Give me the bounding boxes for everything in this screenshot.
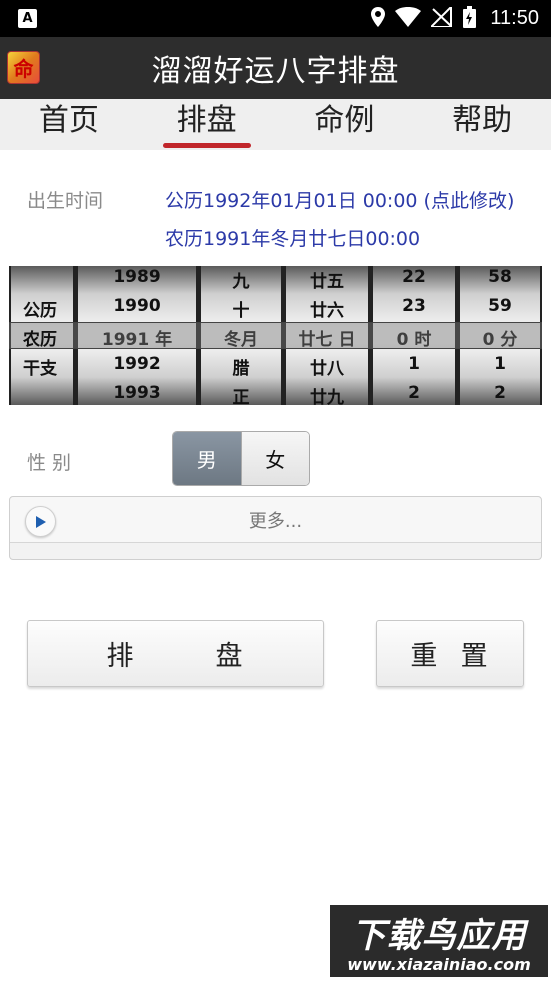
picker-minute-item: 1 xyxy=(494,354,506,374)
watermark-title: 下载鸟应用 xyxy=(351,916,527,956)
more-options-header[interactable]: 更多... xyxy=(10,497,541,543)
reset-button[interactable]: 重 置 xyxy=(376,620,524,687)
expand-play-icon[interactable] xyxy=(25,506,56,537)
picker-year-item: 1989 xyxy=(113,267,161,287)
status-icons: 11:50 xyxy=(371,0,539,37)
picker-hour-item: 23 xyxy=(402,296,426,316)
watermark-url: www.xiazainiao.com xyxy=(347,955,531,974)
paipan-button-label-right: 盘 xyxy=(215,641,245,672)
gender-female-button[interactable]: 女 xyxy=(240,432,309,485)
picker-minute-item: 58 xyxy=(488,267,512,287)
picker-minute-item: 59 xyxy=(488,296,512,316)
picker-row-label-ganzhi: 干支 xyxy=(23,359,57,379)
picker-day-item: 廿九 xyxy=(310,388,344,408)
tab-home[interactable]: 首页 xyxy=(0,99,138,150)
tab-help[interactable]: 帮助 xyxy=(413,99,551,150)
battery-charging-icon xyxy=(463,5,477,32)
picker-day-item: 廿五 xyxy=(310,272,344,292)
picker-hour-item: 22 xyxy=(402,267,426,287)
picker-minute-item: 2 xyxy=(494,383,506,403)
picker-year-item: 1992 xyxy=(113,354,161,374)
paipan-button-label-left: 排 xyxy=(106,641,136,672)
more-options-panel[interactable]: 更多... xyxy=(9,496,542,560)
picker-year-item: 1990 xyxy=(113,296,161,316)
more-options-label: 更多... xyxy=(248,510,303,532)
accessibility-icon: A xyxy=(18,9,37,28)
paipan-button[interactable]: 排 盘 xyxy=(27,620,324,687)
birth-solar-date-link[interactable]: 公历1992年01月01日 00:00 (点此修改) xyxy=(165,186,514,213)
picker-month-item: 十 xyxy=(232,301,250,321)
gender-male-button[interactable]: 男 xyxy=(173,432,241,485)
tab-paipan[interactable]: 排盘 xyxy=(138,99,276,150)
picker-year-item: 1993 xyxy=(113,383,161,403)
birth-lunar-date: 农历1991年冬月廿七日00:00 xyxy=(165,228,421,250)
status-time: 11:50 xyxy=(490,7,539,29)
picker-day-item: 廿八 xyxy=(310,359,344,379)
tab-bar: 首页 排盘 命例 帮助 xyxy=(0,99,551,150)
reset-button-label: 重 置 xyxy=(410,641,490,672)
picker-hour-item: 2 xyxy=(408,383,420,403)
picker-row-label-solar: 公历 xyxy=(23,301,57,321)
gender-label: 性 别 xyxy=(27,452,72,474)
date-wheel-picker: 1989 1990 1991 年 1992 1993 九 十 冬月 腊 正 廿五… xyxy=(9,266,542,408)
tab-cases[interactable]: 命例 xyxy=(276,99,414,150)
wifi-icon xyxy=(395,6,422,31)
gender-toggle: 男 女 xyxy=(172,431,310,486)
picker-selection-band xyxy=(9,322,542,349)
app-titlebar: 命 溜溜好运八字排盘 xyxy=(0,37,551,99)
picker-month-item: 正 xyxy=(232,388,250,408)
birth-time-label: 出生时间 xyxy=(27,190,104,212)
app-title: 溜溜好运八字排盘 xyxy=(151,54,400,89)
picker-row-label-lunar: 农历 xyxy=(23,330,57,350)
location-icon xyxy=(371,6,386,31)
picker-month-item: 九 xyxy=(232,272,250,292)
picker-month-item: 腊 xyxy=(232,359,250,379)
picker-hour-item: 1 xyxy=(408,354,420,374)
picker-day-item: 廿六 xyxy=(310,301,344,321)
no-signal-icon xyxy=(429,4,453,31)
app-logo-icon: 命 xyxy=(7,51,40,84)
watermark-logo: 下载鸟应用 www.xiazainiao.com xyxy=(330,905,548,977)
status-bar: A 11:50 xyxy=(0,0,551,37)
